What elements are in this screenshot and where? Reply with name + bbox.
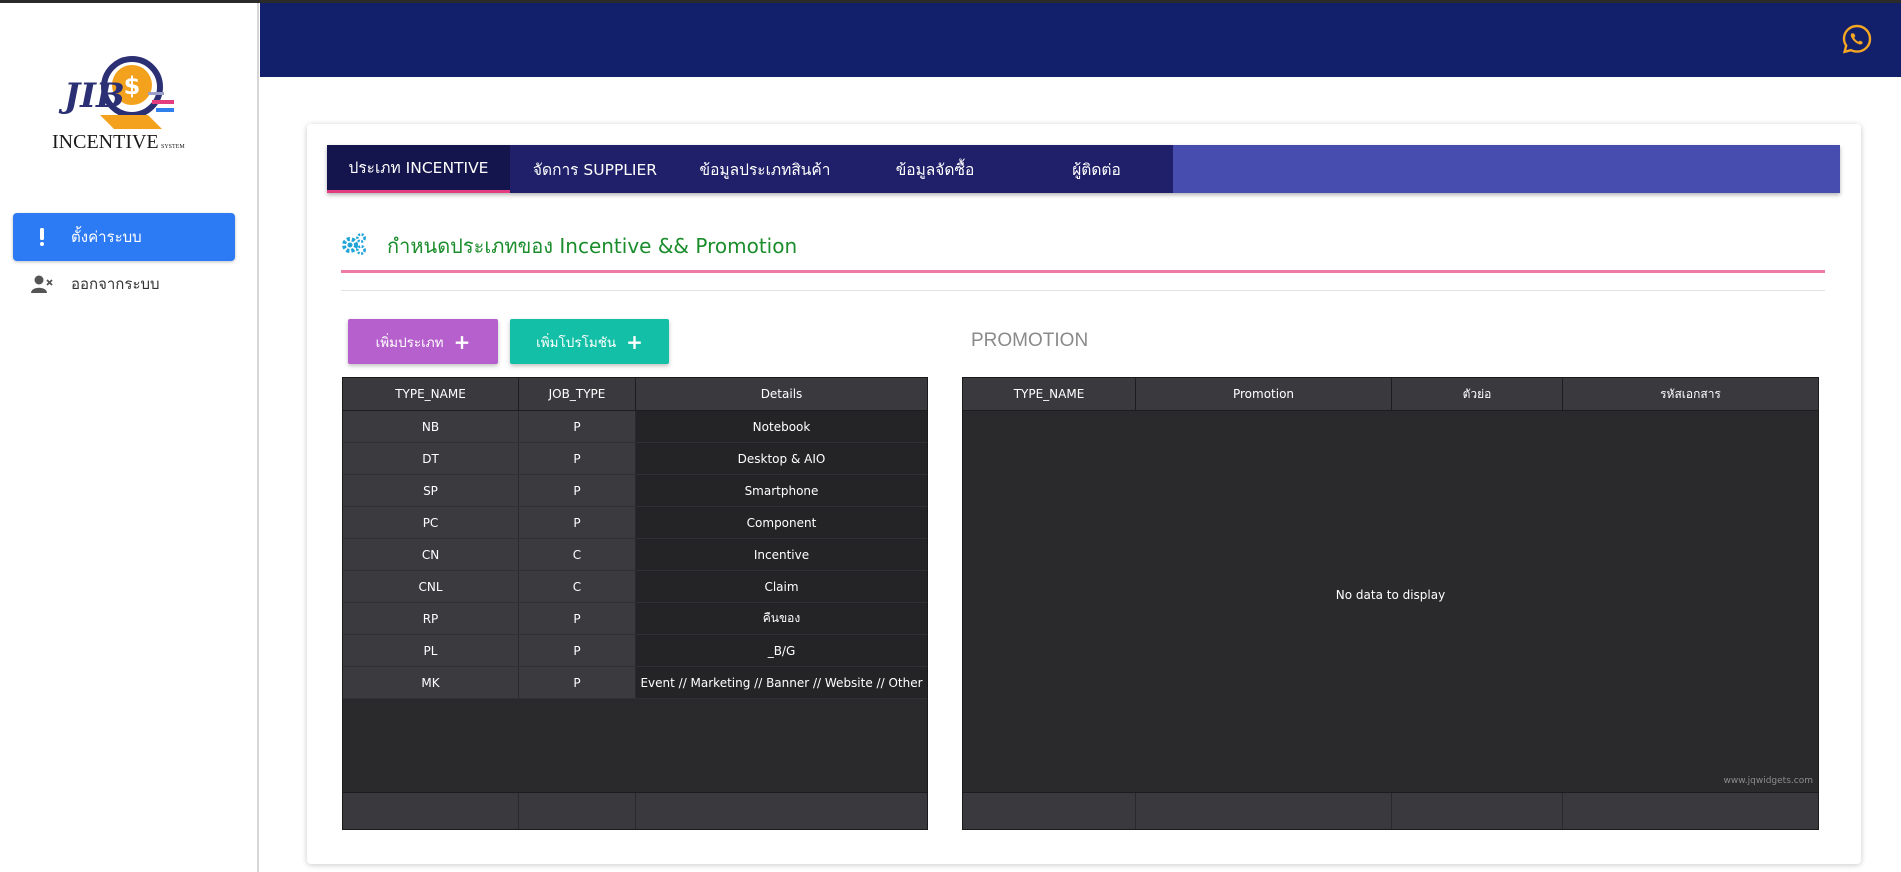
section-title-text: กำหนดประเภทของ Incentive && Promotion (387, 234, 798, 258)
table-row[interactable]: PC P Component (343, 507, 927, 539)
window-top-border (0, 0, 1901, 3)
table-cell: P (519, 635, 636, 666)
table-row[interactable]: DT P Desktop & AIO (343, 443, 927, 475)
table-cell: Notebook (636, 411, 927, 442)
whatsapp-icon[interactable] (1841, 23, 1873, 55)
grid-footer (963, 792, 1818, 829)
table-cell: RP (343, 603, 519, 634)
table-cell: P (519, 507, 636, 538)
section-divider (341, 270, 1825, 273)
gears-icon (341, 232, 367, 260)
type-grid-body: NB P Notebook DT P Desktop & AIO SP P Smartphone… (343, 411, 927, 699)
tab-purchasing[interactable]: ข้อมูลจัดซื้อ (850, 145, 1020, 193)
divider (341, 290, 1825, 291)
table-cell: C (519, 539, 636, 570)
type-grid-header: TYPE_NAME JOB_TYPE Details (343, 378, 927, 411)
table-cell: PL (343, 635, 519, 666)
svg-text:JIB: JIB (58, 76, 125, 116)
table-cell: Smartphone (636, 475, 927, 506)
tab-bar: ประเภท INCENTIVE จัดการ SUPPLIER ข้อมูลป… (327, 145, 1840, 193)
table-cell: SP (343, 475, 519, 506)
table-cell: P (519, 667, 636, 698)
table-cell: P (519, 603, 636, 634)
table-cell: MK (343, 667, 519, 698)
table-cell: NB (343, 411, 519, 442)
add-promotion-label: เพิ่มโปรโมชัน (536, 334, 617, 351)
add-type-label: เพิ่มประเภท (375, 334, 444, 351)
column-header[interactable]: Promotion (1136, 378, 1392, 410)
table-row[interactable]: PL P _B/G (343, 635, 927, 667)
table-cell: คืนของ (636, 603, 927, 634)
table-cell: Claim (636, 571, 927, 602)
type-grid[interactable]: TYPE_NAME JOB_TYPE Details NB P Notebook DT… (342, 377, 928, 830)
table-cell: Component (636, 507, 927, 538)
sidebar: $ JIB INCENTIVE SYSTEM ตั้งค่าระบบ ออกจา… (0, 0, 259, 872)
table-cell: Desktop & AIO (636, 443, 927, 474)
table-cell: Incentive (636, 539, 927, 570)
column-header[interactable]: รหัสเอกสาร (1563, 378, 1818, 410)
table-cell: _B/G (636, 635, 927, 666)
section-title: กำหนดประเภทของ Incentive && Promotion (341, 230, 797, 262)
watermark: www.jqwidgets.com (1723, 776, 1813, 786)
top-bar (260, 3, 1901, 77)
promotion-grid-header: TYPE_NAME Promotion ตัวย่อ รหัสเอกสาร (963, 378, 1818, 411)
table-cell: P (519, 411, 636, 442)
plus-icon: + (626, 329, 643, 354)
table-cell: P (519, 475, 636, 506)
app-logo: $ JIB INCENTIVE SYSTEM (40, 45, 230, 165)
sidebar-item-logout[interactable]: ออกจากระบบ (13, 262, 235, 306)
svg-text:SYSTEM: SYSTEM (161, 144, 185, 150)
sidebar-item-label: ตั้งค่าระบบ (71, 228, 142, 246)
table-cell: DT (343, 443, 519, 474)
table-cell: C (519, 571, 636, 602)
table-row[interactable]: RP P คืนของ (343, 603, 927, 635)
tab-incentive-type[interactable]: ประเภท INCENTIVE (327, 145, 510, 193)
empty-state-text: No data to display (1335, 588, 1446, 602)
table-row[interactable]: CN C Incentive (343, 539, 927, 571)
table-cell: Event // Marketing // Banner // Website … (636, 667, 927, 698)
table-cell: CNL (343, 571, 519, 602)
table-row[interactable]: MK P Event // Marketing // Banner // Websi… (343, 667, 927, 699)
table-cell: CN (343, 539, 519, 570)
svg-text:$: $ (124, 72, 141, 100)
column-header[interactable]: JOB_TYPE (519, 378, 636, 410)
sidebar-item-label: ออกจากระบบ (71, 275, 160, 293)
tab-product-type[interactable]: ข้อมูลประเภทสินค้า (680, 145, 850, 193)
sidebar-item-settings[interactable]: ตั้งค่าระบบ (13, 213, 235, 261)
exclamation-icon (31, 228, 53, 246)
add-type-button[interactable]: เพิ่มประเภท + (348, 319, 498, 364)
table-cell: P (519, 443, 636, 474)
table-cell: PC (343, 507, 519, 538)
column-header[interactable]: TYPE_NAME (963, 378, 1136, 410)
grid-footer (343, 792, 927, 829)
table-row[interactable]: NB P Notebook (343, 411, 927, 443)
promotion-grid[interactable]: TYPE_NAME Promotion ตัวย่อ รหัสเอกสาร No… (962, 377, 1819, 830)
user-remove-icon (31, 275, 53, 293)
promotion-heading: PROMOTION (971, 330, 1089, 351)
add-promotion-button[interactable]: เพิ่มโปรโมชัน + (510, 319, 669, 364)
column-header[interactable]: TYPE_NAME (343, 378, 519, 410)
plus-icon: + (453, 329, 471, 354)
main-card: ประเภท INCENTIVE จัดการ SUPPLIER ข้อมูลป… (307, 124, 1861, 864)
tab-contacts[interactable]: ผู้ติดต่อ (1020, 145, 1173, 193)
svg-text:INCENTIVE: INCENTIVE (52, 131, 159, 153)
column-header[interactable]: ตัวย่อ (1392, 378, 1563, 410)
tab-supplier[interactable]: จัดการ SUPPLIER (510, 145, 680, 193)
table-row[interactable]: CNL C Claim (343, 571, 927, 603)
column-header[interactable]: Details (636, 378, 927, 410)
table-row[interactable]: SP P Smartphone (343, 475, 927, 507)
